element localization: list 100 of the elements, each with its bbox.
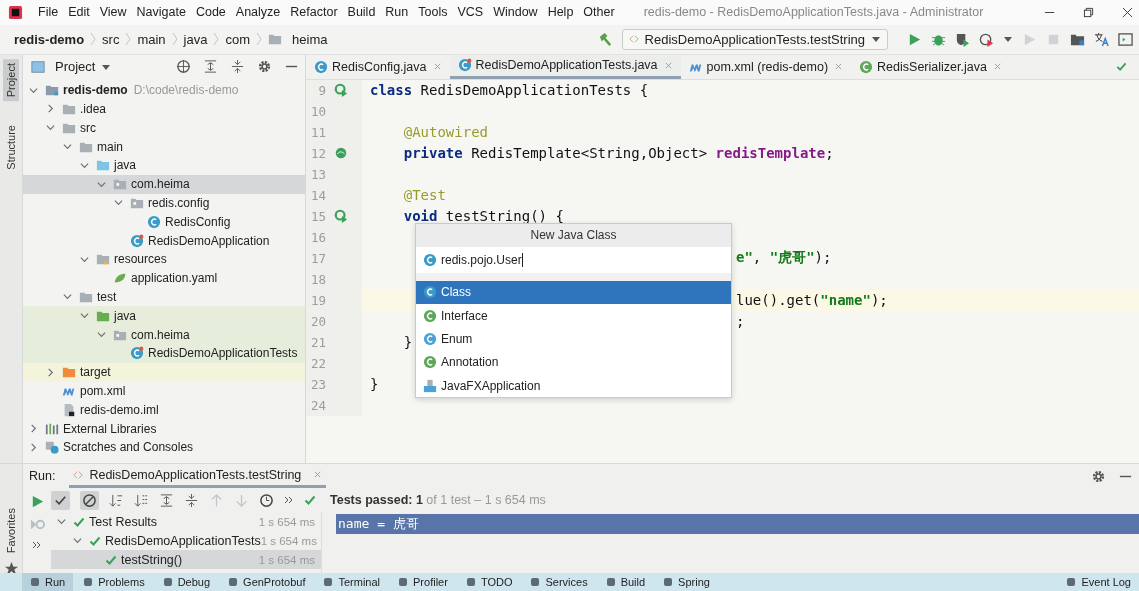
translate-icon[interactable] [1094,31,1109,47]
restore-icon[interactable] [1083,6,1094,18]
run-gutter-icon[interactable] [334,209,348,224]
menu-item[interactable]: Run [380,5,414,20]
double-chevron-icon[interactable] [32,540,42,551]
line-number: 18 [309,271,326,287]
editor-tab[interactable]: RedisConfig.java [306,54,450,79]
tree-item[interactable]: com.heima [131,177,190,192]
terminal-icon[interactable] [1118,31,1133,47]
collapse-all-icon[interactable] [184,492,199,508]
tree-item[interactable]: application.yaml [131,271,218,286]
tree-item[interactable]: java [114,308,136,323]
tool-window-button[interactable]: GenProtobuf [220,573,314,591]
chevron-right-icon[interactable] [46,367,55,377]
close-icon[interactable] [1122,6,1133,18]
tree-item[interactable]: redis-demo.iml [80,402,159,417]
breadcrumb[interactable]: redis-demo [14,31,85,47]
tool-window-button[interactable]: Debug [154,573,219,591]
menu-item[interactable]: Build [342,5,381,20]
menu-item[interactable]: Window [488,5,543,20]
editor-tab[interactable]: RedisDemoApplicationTests.java [449,54,681,79]
no-entry-icon[interactable] [82,492,97,508]
clock-icon[interactable] [259,492,274,508]
shield-play-icon[interactable] [955,31,970,47]
hammer-icon[interactable] [597,31,613,47]
class-kind-option[interactable]: Class [416,280,731,305]
tree-item[interactable]: resources [114,252,167,267]
double-chevron-icon[interactable] [284,495,294,506]
sort-icon[interactable] [109,492,124,508]
expand-all-icon[interactable] [203,59,218,75]
tool-window-button[interactable]: Event Log [1058,573,1139,591]
tree-item[interactable]: redis.config [148,195,210,210]
class-kind-option[interactable]: Enum [416,327,731,351]
tree-item[interactable]: target [80,365,111,380]
tree-item[interactable]: com.heima [131,327,190,342]
class-kind-option[interactable]: Interface [416,304,731,328]
tool-window-button[interactable]: Build [597,573,654,591]
play-icon[interactable] [907,31,922,47]
tree-item[interactable]: test [97,289,117,304]
collapse-all-icon[interactable] [230,59,245,75]
tree-item[interactable]: src [80,120,96,135]
chevron-down-icon[interactable] [80,254,89,264]
breadcrumb[interactable]: com [225,31,251,47]
run-gutter-icon[interactable] [334,83,348,98]
breadcrumb[interactable]: src [102,31,120,47]
tree-item[interactable]: main [97,139,123,154]
menu-item[interactable]: View [94,5,132,20]
chevron-down-icon[interactable] [29,85,38,95]
clock-play-icon[interactable] [979,31,994,47]
run-tab[interactable]: RedisDemoApplicationTests.testString [69,464,327,489]
menu-item[interactable]: Navigate [131,5,191,20]
expand-all-icon[interactable] [159,492,174,508]
tree-item[interactable]: java [114,158,136,173]
settings-icon[interactable] [1091,468,1106,484]
tool-window-button[interactable]: Run [22,573,74,591]
run-config-dropdown[interactable]: RedisDemoApplicationTests.testString [621,28,888,50]
tool-window-tab[interactable]: Project [3,58,19,101]
breadcrumb[interactable]: heima [292,31,328,47]
class-kind-option[interactable]: Annotation [416,350,731,374]
tool-window-button[interactable]: Problems [75,573,153,591]
tool-window-tab[interactable]: Structure [3,121,19,174]
tool-window-icon [30,577,40,587]
crosshair-icon[interactable] [176,59,191,75]
menu-item[interactable]: Code [190,5,231,20]
breadcrumb[interactable]: main [137,31,166,47]
test-result-item[interactable]: RedisDemoApplicationTests [105,533,261,548]
tree-item[interactable]: pom.xml [80,383,126,398]
editor-tab[interactable]: pom.xml (redis-demo) [680,54,852,79]
menu-item[interactable]: Analyze [230,5,286,20]
editor-tab[interactable]: RedisSerializer.java [851,54,1010,79]
menu-item[interactable]: File [33,5,64,20]
class-kind-option[interactable]: JavaFXApplication [416,373,731,398]
tree-item[interactable]: External Libraries [63,421,157,436]
menu-item[interactable]: VCS [452,5,489,20]
chevron-right-icon [171,32,178,47]
tool-window-button[interactable]: Terminal [315,573,389,591]
tree-item[interactable]: RedisConfig [165,214,231,229]
circle-icon [423,332,437,346]
tree-item[interactable]: .idea [80,101,107,116]
test-result-item[interactable]: testString() [121,552,183,567]
menu-item[interactable]: Other [578,5,620,20]
menu-item[interactable]: Edit [63,5,95,20]
tool-window-button[interactable]: Services [522,573,596,591]
settings-icon[interactable] [257,59,272,75]
chevron-right-icon[interactable] [46,104,55,114]
tool-window-button[interactable]: Spring [655,573,718,591]
tree-item[interactable]: redis-demo [63,83,128,98]
menu-item[interactable]: Refactor [285,5,343,20]
menu-item[interactable]: Tools [413,5,453,20]
breadcrumb[interactable]: java [183,31,208,47]
tool-window-button[interactable]: TODO [457,573,521,591]
tree-item[interactable]: RedisDemoApplication [148,233,270,248]
menu-item[interactable]: Help [542,5,579,20]
panel-title[interactable]: Project [55,59,96,75]
sort-icon[interactable] [134,492,149,508]
tool-window-button[interactable]: Profiler [390,573,456,591]
tree-item[interactable]: Scratches and Consoles [63,440,194,455]
bean-gutter-icon[interactable] [334,146,348,161]
test-result-item[interactable]: Test Results [89,514,158,529]
code-line: e", "虎哥"); [736,249,832,268]
